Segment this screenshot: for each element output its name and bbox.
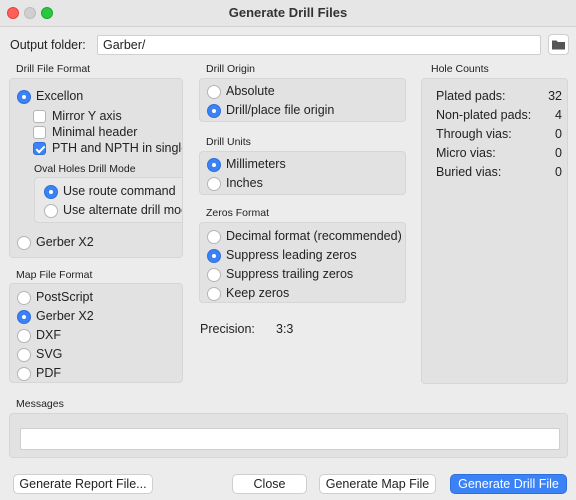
checkbox-indicator <box>33 110 46 123</box>
radio-zeros-suppress-leading-label: Suppress leading zeros <box>226 248 357 262</box>
hole-count-row: Through vias: 0 <box>436 127 562 143</box>
radio-map-pdf-label: PDF <box>36 366 61 380</box>
checkbox-minimal-header-label: Minimal header <box>52 125 138 139</box>
hole-count-value: 0 <box>555 146 562 160</box>
radio-zeros-suppress-trailing-label: Suppress trailing zeros <box>226 267 354 281</box>
drill-file-format-header: Drill File Format <box>16 63 91 75</box>
checkbox-mirror-y-label: Mirror Y axis <box>52 109 122 123</box>
precision-label: Precision: <box>200 322 255 336</box>
hole-count-label: Buried vias: <box>436 165 502 179</box>
hole-count-value: 0 <box>555 127 562 141</box>
radio-map-svg-label: SVG <box>36 347 63 361</box>
hole-counts-group: Plated pads: 32 Non-plated pads: 4 Throu… <box>421 78 568 384</box>
radio-units-mm-label: Millimeters <box>226 157 286 171</box>
hole-counts-header: Hole Counts <box>431 63 489 75</box>
generate-drill-file-button[interactable]: Generate Drill File <box>450 474 567 494</box>
radio-excellon-label: Excellon <box>36 89 84 103</box>
hole-count-label: Plated pads: <box>436 89 506 103</box>
messages-group <box>9 413 568 458</box>
radio-units-inches-label: Inches <box>226 176 263 190</box>
radio-indicator <box>207 287 221 301</box>
map-file-format-header: Map File Format <box>16 269 93 281</box>
oval-holes-header: Oval Holes Drill Mode <box>34 163 136 175</box>
window-title: Generate Drill Files <box>228 5 348 20</box>
checkbox-indicator <box>33 142 46 155</box>
radio-indicator <box>207 177 221 191</box>
output-folder-label: Output folder: <box>10 38 86 52</box>
hole-count-value: 4 <box>555 108 562 122</box>
browse-folder-button[interactable] <box>548 34 569 55</box>
radio-gerber-x2-drill-label: Gerber X2 <box>36 235 94 249</box>
radio-indicator <box>17 291 31 305</box>
checkbox-indicator <box>33 126 46 139</box>
hole-count-label: Through vias: <box>436 127 512 141</box>
radio-indicator <box>207 230 221 244</box>
drill-units-group: Millimeters Inches <box>199 151 406 195</box>
radio-indicator <box>207 268 221 282</box>
radio-indicator <box>17 90 31 104</box>
hole-count-row: Non-plated pads: 4 <box>436 108 562 124</box>
hole-count-label: Non-plated pads: <box>436 108 532 122</box>
drill-file-format-group: Excellon Mirror Y axis Minimal header PT… <box>9 78 183 258</box>
generate-report-button[interactable]: Generate Report File... <box>13 474 153 494</box>
radio-use-alternate-label: Use alternate drill mode <box>63 203 183 217</box>
map-file-format-group: PostScript Gerber X2 DXF SVG PDF <box>9 283 183 383</box>
radio-origin-drill-place-label: Drill/place file origin <box>226 103 335 117</box>
radio-map-dxf-label: DXF <box>36 328 61 342</box>
drill-origin-group: Absolute Drill/place file origin <box>199 78 406 122</box>
radio-indicator <box>17 367 31 381</box>
folder-icon <box>552 40 565 50</box>
generate-map-file-button[interactable]: Generate Map File <box>319 474 436 494</box>
hole-count-value: 32 <box>548 89 562 103</box>
radio-zeros-decimal-label: Decimal format (recommended) <box>226 229 402 243</box>
radio-indicator <box>207 104 221 118</box>
radio-origin-absolute-label: Absolute <box>226 84 275 98</box>
radio-indicator <box>207 249 221 263</box>
title-bar: Generate Drill Files <box>0 0 576 27</box>
hole-count-row: Plated pads: 32 <box>436 89 562 105</box>
hole-count-row: Micro vias: 0 <box>436 146 562 162</box>
radio-zeros-keep-label: Keep zeros <box>226 286 290 300</box>
radio-indicator <box>17 310 31 324</box>
checkbox-pth-npth-label: PTH and NPTH in single file <box>52 141 182 155</box>
hole-count-row: Buried vias: 0 <box>436 165 562 181</box>
hole-count-label: Micro vias: <box>436 146 496 160</box>
close-button[interactable]: Close <box>232 474 307 494</box>
radio-indicator <box>17 329 31 343</box>
hole-count-value: 0 <box>555 165 562 179</box>
radio-indicator <box>17 236 31 250</box>
radio-use-route-label: Use route command <box>63 184 176 198</box>
radio-indicator <box>207 158 221 172</box>
drill-origin-header: Drill Origin <box>206 63 256 75</box>
zeros-format-group: Decimal format (recommended) Suppress le… <box>199 222 406 303</box>
radio-indicator <box>17 348 31 362</box>
messages-box[interactable] <box>20 428 560 450</box>
output-folder-input[interactable]: Garber/ <box>97 35 541 55</box>
radio-indicator <box>44 185 58 199</box>
radio-indicator <box>207 85 221 99</box>
drill-units-header: Drill Units <box>206 136 251 148</box>
precision-value: 3:3 <box>276 322 294 336</box>
zeros-format-header: Zeros Format <box>206 207 270 219</box>
radio-map-gerber-x2-label: Gerber X2 <box>36 309 94 323</box>
messages-header: Messages <box>16 398 64 410</box>
radio-indicator <box>44 204 58 218</box>
oval-holes-group: Use route command Use alternate drill mo… <box>34 177 183 223</box>
radio-map-postscript-label: PostScript <box>36 290 93 304</box>
